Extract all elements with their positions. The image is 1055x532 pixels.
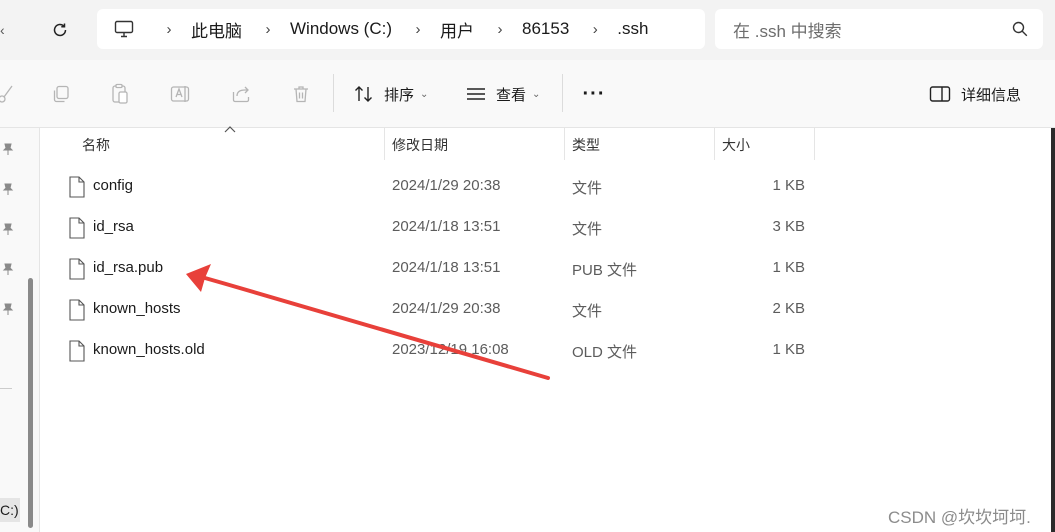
chevron-down-icon: ⌄: [532, 88, 541, 100]
file-list: 名称 修改日期 类型 大小 config 2024/1/29 20:38 文件 …: [41, 126, 1051, 532]
toolbar-divider: [562, 74, 563, 112]
file-date: 2024/1/29 20:38: [392, 177, 501, 194]
file-icon: [69, 176, 85, 198]
watermark-text: CSDN @坎坎坷坷.: [888, 508, 1031, 527]
file-size: 1 KB: [772, 341, 805, 358]
file-size: 1 KB: [772, 177, 805, 194]
cut-icon[interactable]: [0, 82, 18, 106]
details-pane-icon: [929, 86, 951, 102]
file-row[interactable]: id_rsa.pub 2024/1/18 13:51 PUB 文件 1 KB: [41, 248, 1051, 289]
monitor-icon[interactable]: [113, 18, 135, 40]
file-type: PUB 文件: [572, 262, 638, 279]
file-size: 1 KB: [772, 259, 805, 276]
nav-scrollbar[interactable]: [28, 278, 33, 528]
pin-icon[interactable]: [1, 262, 15, 276]
chevron-right-icon[interactable]: ›: [159, 21, 179, 38]
address-row: ‹ › 此电脑 › Windows (C:) › 用户 › 86153 › .s…: [0, 0, 1055, 60]
file-date: 2023/12/19 16:08: [392, 341, 509, 358]
column-header-name[interactable]: 名称: [82, 128, 110, 162]
refresh-button[interactable]: [46, 16, 74, 44]
command-bar: 排序 ⌄ 查看 ⌄ ··· 详细信息: [0, 60, 1055, 128]
breadcrumb[interactable]: › 此电脑 › Windows (C:) › 用户 › 86153 › .ssh: [97, 9, 705, 49]
file-name: known_hosts.old: [93, 341, 205, 358]
file-name: config: [93, 177, 134, 194]
column-header-date[interactable]: 修改日期: [392, 128, 448, 162]
search-input[interactable]: 在 .ssh 中搜索: [715, 9, 1043, 49]
rename-icon[interactable]: [169, 82, 193, 106]
column-header-size[interactable]: 大小: [722, 128, 750, 162]
refresh-icon: [53, 23, 67, 37]
file-size: 3 KB: [772, 218, 805, 235]
file-icon: [69, 258, 85, 280]
file-row[interactable]: known_hosts 2024/1/29 20:38 文件 2 KB: [41, 289, 1051, 330]
navigation-pane: C:): [0, 128, 40, 532]
breadcrumb-item-this-pc[interactable]: 此电脑: [191, 17, 242, 42]
nav-item-c-drive[interactable]: C:): [0, 498, 20, 522]
chevron-right-icon[interactable]: ›: [408, 21, 428, 38]
file-name: known_hosts: [93, 300, 181, 317]
file-type: 文件: [572, 180, 603, 197]
chevron-right-icon[interactable]: ›: [258, 21, 278, 38]
details-pane-button[interactable]: 详细信息: [929, 80, 1021, 108]
file-date: 2024/1/18 13:51: [392, 218, 501, 235]
paste-icon[interactable]: [108, 82, 132, 106]
breadcrumb-item-users[interactable]: 用户: [440, 17, 474, 42]
file-size: 2 KB: [772, 300, 805, 317]
view-button[interactable]: 查看 ⌄: [465, 80, 540, 108]
chevron-down-icon: ⌄: [420, 88, 429, 100]
file-icon: [69, 299, 85, 321]
file-row[interactable]: id_rsa 2024/1/18 13:51 文件 3 KB: [41, 207, 1051, 248]
file-name: id_rsa: [93, 218, 134, 235]
breadcrumb-item-ssh[interactable]: .ssh: [617, 19, 648, 39]
more-options-button[interactable]: ···: [582, 82, 606, 106]
column-divider[interactable]: [714, 128, 715, 160]
file-date: 2024/1/18 13:51: [392, 259, 501, 276]
file-type: 文件: [572, 221, 603, 238]
pin-icon[interactable]: [1, 182, 15, 196]
sort-label: 排序: [384, 86, 415, 104]
file-row[interactable]: known_hosts.old 2023/12/19 16:08 OLD 文件 …: [41, 330, 1051, 371]
view-label: 查看: [496, 86, 527, 104]
column-divider[interactable]: [814, 128, 815, 160]
delete-icon[interactable]: [289, 82, 313, 106]
file-explorer-window: ‹ › 此电脑 › Windows (C:) › 用户 › 86153 › .s…: [0, 0, 1055, 532]
file-name: id_rsa.pub: [93, 259, 164, 276]
file-type: OLD 文件: [572, 344, 638, 361]
chevron-right-icon[interactable]: ›: [490, 21, 510, 38]
sort-icon: [355, 86, 372, 102]
file-type: 文件: [572, 303, 603, 320]
chevron-right-icon[interactable]: ›: [585, 21, 605, 38]
breadcrumb-item-c-drive[interactable]: Windows (C:): [290, 19, 392, 39]
background-window-edge: [1051, 128, 1055, 532]
details-label: 详细信息: [961, 86, 1022, 104]
copy-icon[interactable]: [49, 82, 73, 106]
nav-divider: [0, 388, 12, 389]
sort-ascending-icon: [224, 126, 236, 133]
column-header-type[interactable]: 类型: [572, 128, 600, 162]
column-divider[interactable]: [384, 128, 385, 160]
view-list-icon: [467, 88, 485, 100]
pin-icon[interactable]: [1, 142, 15, 156]
search-icon[interactable]: [1011, 20, 1029, 38]
file-icon: [69, 340, 85, 362]
pin-icon[interactable]: [1, 302, 15, 316]
share-icon[interactable]: [229, 82, 253, 106]
breadcrumb-item-user[interactable]: 86153: [522, 19, 569, 39]
file-row[interactable]: config 2024/1/29 20:38 文件 1 KB: [41, 166, 1051, 207]
column-divider[interactable]: [564, 128, 565, 160]
pin-icon[interactable]: [1, 222, 15, 236]
file-icon: [69, 217, 85, 239]
sort-button[interactable]: 排序 ⌄: [353, 80, 428, 108]
toolbar-divider: [333, 74, 334, 112]
search-placeholder: 在 .ssh 中搜索: [733, 21, 842, 41]
file-date: 2024/1/29 20:38: [392, 300, 501, 317]
back-arrow-icon[interactable]: ‹: [0, 22, 10, 38]
